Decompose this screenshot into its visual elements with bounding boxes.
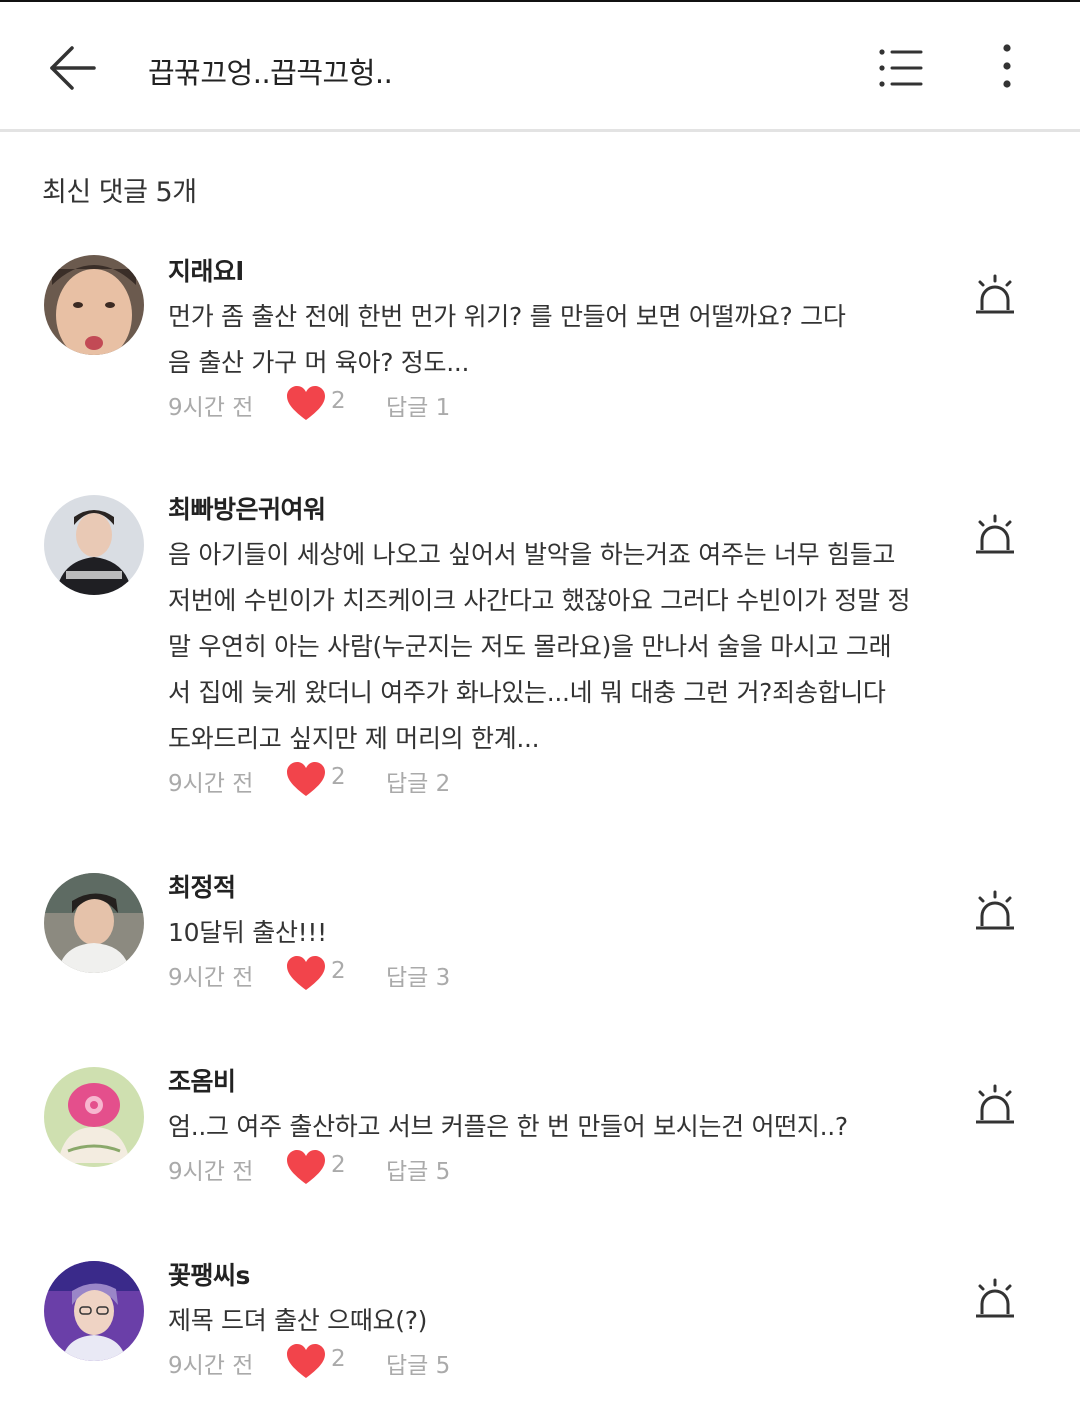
comment-author[interactable]: 꽃팽씨s (168, 1256, 250, 1292)
comment-text: 제목 드뎌 출산 으때요(?) (168, 1306, 428, 1335)
list-button[interactable] (872, 44, 930, 96)
heart-icon (287, 956, 325, 990)
comment-time: 9시간 전 (168, 771, 254, 797)
reply-button[interactable]: 답글 3 (386, 958, 450, 992)
siren-icon (976, 1084, 1014, 1124)
report-button[interactable] (972, 274, 1018, 320)
report-button[interactable] (972, 514, 1018, 560)
siren-icon (976, 1278, 1014, 1318)
list-icon (879, 49, 923, 87)
like-count: 2 (331, 958, 346, 984)
heart-icon (287, 762, 325, 796)
like-count: 2 (331, 1346, 346, 1372)
reply-button[interactable]: 답글 2 (386, 764, 450, 798)
reply-button[interactable]: 답글 1 (386, 388, 450, 422)
back-button[interactable] (44, 40, 104, 96)
heart-icon (287, 1344, 325, 1378)
comment-time: 9시간 전 (168, 1159, 254, 1185)
reply-button[interactable]: 답글 5 (386, 1346, 450, 1380)
like-button[interactable]: 2 (286, 1342, 366, 1382)
comment-author[interactable]: 조옴비 (168, 1062, 236, 1098)
report-button[interactable] (972, 1084, 1018, 1130)
comment-meta: 9시간 전 2 답글 2 (168, 760, 568, 800)
siren-icon (976, 274, 1014, 314)
report-button[interactable] (972, 890, 1018, 936)
avatar[interactable] (44, 1261, 144, 1361)
avatar[interactable] (44, 1067, 144, 1167)
comment-author[interactable]: 최정적 (168, 868, 236, 904)
header-divider (0, 129, 1080, 132)
heart-icon (287, 1150, 325, 1184)
like-button[interactable]: 2 (286, 760, 366, 800)
more-options-button[interactable] (988, 40, 1026, 96)
like-count: 2 (331, 1152, 346, 1178)
avatar[interactable] (44, 255, 144, 355)
avatar[interactable] (44, 873, 144, 973)
arrow-left-icon (50, 46, 96, 90)
like-count: 2 (331, 388, 346, 414)
comment-text: 먼가 좀 출산 전에 한번 먼가 위기? 를 만들어 보면 어떨까요? 그다음 … (168, 302, 846, 377)
comment-text: 음 아기들이 세상에 나오고 싶어서 발악을 하는거죠 여주는 너무 힘들고 저… (168, 540, 911, 753)
like-button[interactable]: 2 (286, 1148, 366, 1188)
like-button[interactable]: 2 (286, 384, 366, 424)
comment-time: 9시간 전 (168, 1353, 254, 1379)
comment-meta: 9시간 전 2 답글 5 (168, 1148, 568, 1188)
heart-icon (287, 386, 325, 420)
comment-time: 9시간 전 (168, 965, 254, 991)
section-title: 최신 댓글 5개 (42, 177, 197, 208)
comment-meta: 9시간 전 2 답글 3 (168, 954, 568, 994)
avatar[interactable] (44, 495, 144, 595)
comment-text: 10달뒤 출산!!! (168, 918, 327, 947)
page-title: 끕꾺끄엉..끕끅끄헝.. (148, 56, 393, 90)
more-vertical-icon (1003, 44, 1011, 88)
siren-icon (976, 890, 1014, 930)
reply-button[interactable]: 답글 5 (386, 1152, 450, 1186)
like-button[interactable]: 2 (286, 954, 366, 994)
like-count: 2 (331, 764, 346, 790)
comment-time: 9시간 전 (168, 395, 254, 421)
comment-author[interactable]: 지래요l (168, 252, 244, 288)
comment-meta: 9시간 전 2 답글 1 (168, 384, 568, 424)
comment-text: 엄..그 여주 출산하고 서브 커플은 한 번 만들어 보시는건 어떤지..? (168, 1112, 848, 1141)
app-header: 끕꾺끄엉..끕끅끄헝.. (0, 2, 1080, 129)
siren-icon (976, 514, 1014, 554)
comment-author[interactable]: 최빠방은귀여워 (168, 490, 326, 526)
comment-meta: 9시간 전 2 답글 5 (168, 1342, 568, 1382)
report-button[interactable] (972, 1278, 1018, 1324)
